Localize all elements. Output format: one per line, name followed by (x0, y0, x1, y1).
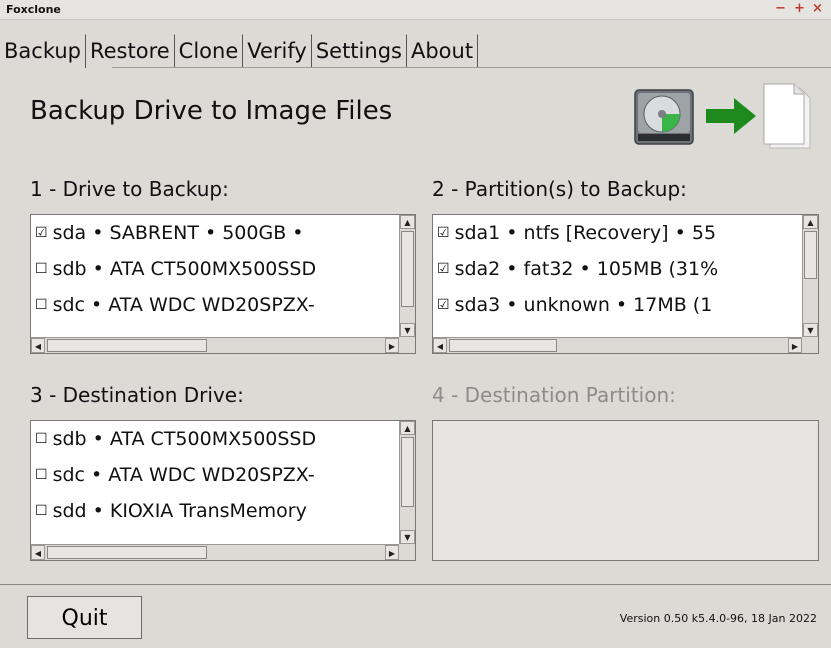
checkbox-icon[interactable]: ☐ (35, 431, 48, 447)
list-item[interactable]: ☐ sdc • ATA WDC WD20SPZX- (31, 287, 399, 323)
checkbox-icon[interactable]: ☑ (35, 225, 48, 241)
vertical-scrollbar[interactable]: ▲ ▼ (399, 215, 415, 337)
hard-drive-icon (634, 89, 694, 145)
scroll-up-icon[interactable]: ▲ (400, 421, 415, 435)
tab-clone[interactable]: Clone (174, 34, 244, 68)
maximize-icon[interactable]: + (794, 1, 805, 16)
tab-settings[interactable]: Settings (311, 34, 407, 68)
list-item[interactable]: ☐ sdd • KIOXIA TransMemory (31, 493, 399, 529)
list-item[interactable]: ☐ sdb • ATA CT500MX500SSD (31, 251, 399, 287)
checkbox-icon[interactable]: ☐ (35, 467, 48, 483)
tab-bar: Backup Restore Clone Verify Settings Abo… (0, 34, 479, 68)
scroll-down-icon[interactable]: ▼ (400, 323, 415, 337)
file-icon (763, 83, 811, 149)
list-item[interactable]: ☐ sdb • ATA CT500MX500SSD (31, 421, 399, 457)
window-title: Foxclone (6, 3, 61, 16)
close-icon[interactable]: × (812, 1, 823, 16)
quit-button[interactable]: Quit (27, 596, 142, 639)
scroll-corner (399, 337, 415, 353)
scroll-thumb[interactable] (47, 546, 207, 559)
scroll-right-icon[interactable]: ▶ (385, 338, 399, 353)
scroll-corner (399, 544, 415, 560)
footer-divider (0, 584, 831, 585)
checkbox-icon[interactable]: ☐ (35, 297, 48, 313)
destination-partition-list (432, 420, 819, 561)
partitions-to-backup-list[interactable]: ☑ sda1 • ntfs [Recovery] • 55 ☑ sda2 • fat… (432, 214, 819, 354)
checkbox-icon[interactable]: ☑ (437, 297, 450, 313)
list-item[interactable]: ☑ sda1 • ntfs [Recovery] • 55 (433, 215, 802, 251)
checkbox-icon[interactable]: ☑ (437, 225, 450, 241)
scroll-right-icon[interactable]: ▶ (788, 338, 802, 353)
drive-to-backup-list[interactable]: ☑ sda • SABRENT • 500GB • ☐ sdb • ATA CT50… (30, 214, 416, 354)
scroll-up-icon[interactable]: ▲ (400, 215, 415, 229)
list-item[interactable]: ☐ sdc • ATA WDC WD20SPZX- (31, 457, 399, 493)
drive-to-backup-label: 1 - Drive to Backup: (30, 177, 229, 201)
horizontal-scrollbar[interactable]: ◀ ▶ (31, 544, 399, 560)
destination-drive-label: 3 - Destination Drive: (30, 383, 244, 407)
scroll-thumb[interactable] (804, 231, 817, 279)
scroll-down-icon[interactable]: ▼ (803, 323, 818, 337)
scroll-thumb[interactable] (47, 339, 207, 352)
checkbox-icon[interactable]: ☐ (35, 503, 48, 519)
scroll-thumb[interactable] (449, 339, 557, 352)
scroll-left-icon[interactable]: ◀ (31, 338, 45, 353)
destination-partition-label: 4 - Destination Partition: (432, 383, 676, 407)
list-item[interactable]: ☑ sda3 • unknown • 17MB (1 (433, 287, 802, 323)
tab-verify[interactable]: Verify (243, 34, 312, 68)
scroll-thumb[interactable] (401, 437, 414, 507)
version-label: Version 0.50 k5.4.0-96, 18 Jan 2022 (619, 612, 817, 625)
checkbox-icon[interactable]: ☑ (437, 261, 450, 277)
title-bar: Foxclone − + × (0, 0, 831, 20)
scroll-corner (802, 337, 818, 353)
scroll-left-icon[interactable]: ◀ (31, 545, 45, 560)
destination-drive-list[interactable]: ☐ sdb • ATA CT500MX500SSD ☐ sdc • ATA WDC … (30, 420, 416, 561)
vertical-scrollbar[interactable]: ▲ ▼ (399, 421, 415, 544)
horizontal-scrollbar[interactable]: ◀ ▶ (31, 337, 399, 353)
green-arrow-icon (706, 98, 756, 134)
scroll-thumb[interactable] (401, 231, 414, 307)
scroll-left-icon[interactable]: ◀ (433, 338, 447, 353)
minimize-icon[interactable]: − (775, 1, 786, 16)
horizontal-scrollbar[interactable]: ◀ ▶ (433, 337, 802, 353)
tab-underline (112, 67, 831, 68)
checkbox-icon[interactable]: ☐ (35, 261, 48, 277)
list-item[interactable]: ☑ sda • SABRENT • 500GB • (31, 215, 399, 251)
vertical-scrollbar[interactable]: ▲ ▼ (802, 215, 818, 337)
page-title: Backup Drive to Image Files (30, 96, 393, 126)
tab-backup[interactable]: Backup (0, 34, 86, 68)
scroll-down-icon[interactable]: ▼ (400, 530, 415, 544)
list-item[interactable]: ☑ sda2 • fat32 • 105MB (31% (433, 251, 802, 287)
partitions-to-backup-label: 2 - Partition(s) to Backup: (432, 177, 687, 201)
scroll-up-icon[interactable]: ▲ (803, 215, 818, 229)
tab-about[interactable]: About (406, 34, 479, 68)
tab-restore[interactable]: Restore (85, 34, 175, 68)
scroll-right-icon[interactable]: ▶ (385, 545, 399, 560)
